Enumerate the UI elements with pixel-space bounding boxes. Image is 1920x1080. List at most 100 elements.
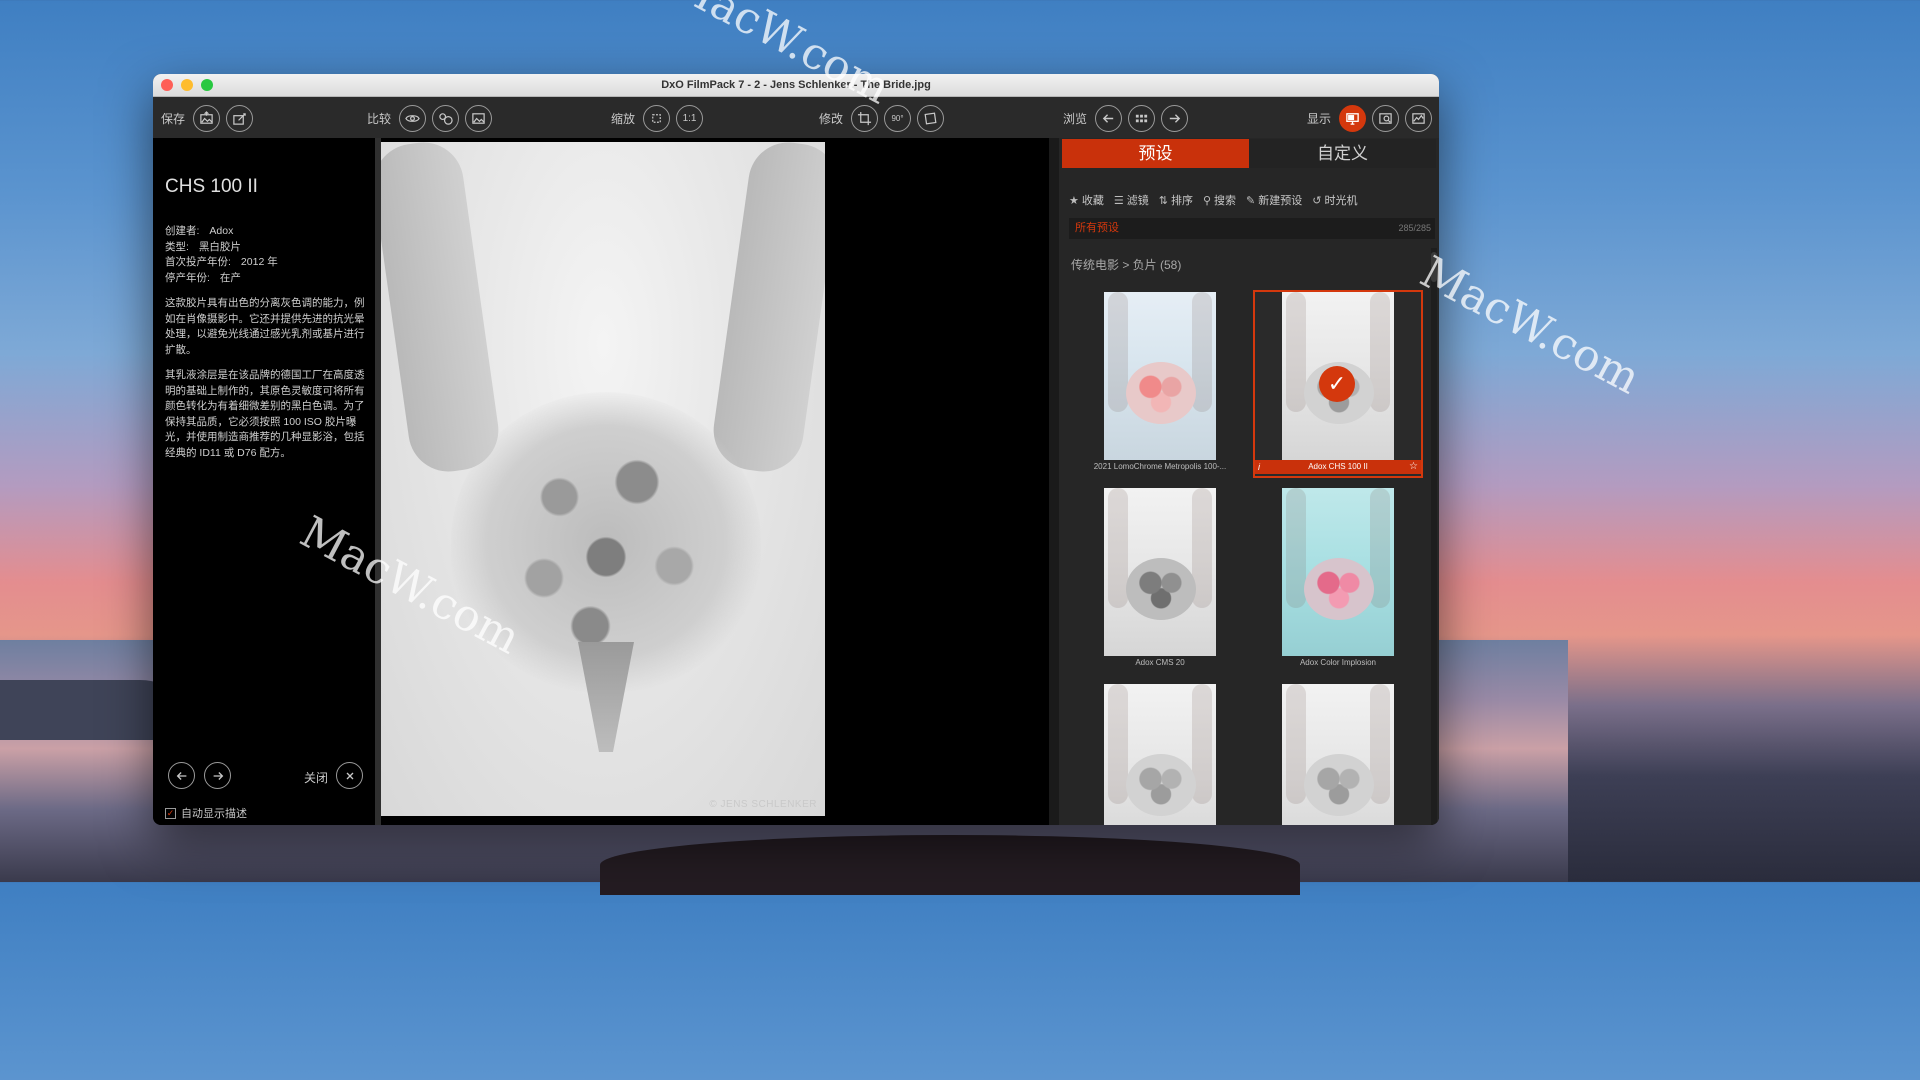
- fit-screen-icon: [652, 113, 661, 123]
- edit-label: 修改: [819, 111, 844, 126]
- info-icon[interactable]: i: [1258, 462, 1260, 472]
- auto-show-label: 自动显示描述: [181, 808, 247, 820]
- list-icon: ☰: [1113, 195, 1124, 207]
- window-title: DxO FilmPack 7 - 2 - Jens Schlenker - Th…: [661, 79, 931, 91]
- film-metadata: 创建者: Adox 类型: 黑白胶片 首次投产年份: 2012 年 停产年份: 在产: [165, 224, 278, 286]
- next-image-button[interactable]: [1161, 104, 1189, 132]
- first-year-row: 首次投产年份: 2012 年: [165, 255, 278, 271]
- compare-history-button[interactable]: [432, 104, 460, 132]
- presets-panel: 预设 自定义 ★ 收藏 ☰ 滤镜 ⇅ 排序 ⚲ 搜索 ✎ 新建预设 ↺ 时光机 所有预设 2…: [1059, 138, 1439, 825]
- end-year-label: 停产年份:: [165, 271, 210, 284]
- sort-button[interactable]: ⇅ 排序: [1159, 192, 1193, 208]
- thumb-bouquet: [1126, 558, 1196, 620]
- previous-description-button[interactable]: [168, 762, 195, 789]
- export-image-button[interactable]: [193, 104, 221, 132]
- photo-right-arm: [708, 142, 825, 477]
- display-label: 显示: [1307, 111, 1332, 126]
- preset-card-selected[interactable]: ✓ Adox CHS 100 II i ☆: [1253, 290, 1423, 478]
- compare-split-button[interactable]: [465, 104, 493, 132]
- presets-scrollbar[interactable]: [1431, 248, 1437, 825]
- preset-name: 2021 LomoChrome Metropolis 100-...: [1093, 462, 1227, 471]
- description-paragraph-1: 这款胶片具有出色的分离灰色调的能力，例如在肖像摄影中。它还并提供先进的抗光晕处理…: [165, 297, 365, 356]
- preset-thumbnail: [1104, 684, 1216, 825]
- image-viewer: © JENS SCHLENKER: [381, 138, 1049, 825]
- photo-left-arm: [381, 142, 504, 477]
- display-group: 显示: [1307, 97, 1433, 139]
- previous-image-button[interactable]: [1095, 104, 1123, 132]
- all-presets-row[interactable]: 所有预设 285/285: [1069, 218, 1435, 239]
- auto-show-checkbox[interactable]: ✓: [165, 807, 176, 819]
- straighten-button[interactable]: [917, 104, 945, 132]
- creator-value: Adox: [209, 225, 234, 237]
- loupe-button[interactable]: [1372, 104, 1400, 132]
- grid-view-button[interactable]: [1128, 104, 1156, 132]
- straighten-icon: [924, 112, 937, 124]
- grid-icon: [1135, 114, 1148, 122]
- preset-card[interactable]: Adox CMS 20: [1077, 488, 1243, 672]
- fit-to-screen-button[interactable]: [643, 104, 671, 132]
- creator-label: 创建者:: [165, 225, 200, 237]
- preset-card[interactable]: Adox Color Implosion: [1255, 488, 1421, 672]
- preset-card[interactable]: 2021 LomoChrome Metropolis 100-...: [1077, 292, 1243, 476]
- zoom-1to1-button[interactable]: 1:1: [676, 104, 704, 132]
- histogram-icon: [1412, 112, 1425, 124]
- presets-tabs: 预设 自定义: [1062, 139, 1436, 168]
- favorites-label: 收藏: [1081, 195, 1104, 207]
- all-presets-label: 所有预设: [1075, 222, 1119, 234]
- favorite-star-icon[interactable]: ☆: [1409, 461, 1418, 472]
- preview-photo[interactable]: © JENS SCHLENKER: [381, 142, 825, 816]
- auto-show-description-toggle[interactable]: ✓ 自动显示描述: [165, 805, 247, 821]
- tab-presets[interactable]: 预设: [1062, 139, 1249, 168]
- first-year-value: 2012 年: [240, 256, 278, 268]
- tab-custom[interactable]: 自定义: [1249, 139, 1436, 168]
- thumb-arm: [1286, 488, 1306, 608]
- rotate-90-button[interactable]: 90°: [884, 104, 912, 132]
- description-panel: CHS 100 II 创建者: Adox 类型: 黑白胶片 首次投产年份: 2012 …: [153, 138, 375, 825]
- export-edit-button[interactable]: [226, 104, 254, 132]
- time-machine-button[interactable]: ↺ 时光机: [1312, 192, 1357, 208]
- search-icon: ⚲: [1202, 195, 1212, 207]
- search-button[interactable]: ⚲ 搜索: [1203, 192, 1236, 208]
- selected-check-icon: ✓: [1319, 366, 1355, 402]
- preset-category-breadcrumb[interactable]: 传统电影 > 负片 (58): [1071, 256, 1181, 273]
- thumb-bouquet: [1126, 362, 1196, 424]
- end-year-row: 停产年份: 在产: [165, 271, 278, 287]
- filter-button[interactable]: ☰ 滤镜: [1114, 192, 1149, 208]
- compare-eye-button[interactable]: [399, 104, 427, 132]
- close-description-label: 关闭: [304, 771, 329, 785]
- next-description-button[interactable]: [204, 762, 231, 789]
- arrow-right-icon: [213, 771, 223, 780]
- star-icon: ★: [1069, 195, 1079, 207]
- thumb-arm: [1108, 488, 1128, 608]
- eye-icon: [405, 114, 420, 122]
- preset-thumbnail: [1104, 292, 1216, 460]
- monitor-icon: [1346, 112, 1359, 125]
- image-compare-icon: [472, 112, 485, 124]
- compare-label: 比较: [367, 111, 392, 126]
- preset-card[interactable]: [1255, 684, 1421, 825]
- scrollbar-thumb[interactable]: [1431, 252, 1437, 282]
- crop-icon: [857, 111, 872, 125]
- right-separator: [1049, 138, 1059, 825]
- film-name-title: CHS 100 II: [165, 176, 258, 197]
- thumb-arm: [1286, 292, 1306, 412]
- favorites-button[interactable]: ★ 收藏: [1069, 192, 1104, 208]
- edit-export-icon: [233, 112, 246, 125]
- sort-label: 排序: [1170, 195, 1193, 207]
- display-presets-button[interactable]: [1339, 104, 1367, 132]
- close-description-button[interactable]: [336, 762, 363, 789]
- browse-group: 浏览: [1063, 97, 1189, 139]
- histogram-button[interactable]: [1405, 104, 1433, 132]
- new-preset-button[interactable]: ✎ 新建预设: [1246, 192, 1302, 208]
- creator-row: 创建者: Adox: [165, 224, 278, 240]
- loupe-icon: [1379, 112, 1392, 124]
- thumb-arm: [1108, 292, 1128, 412]
- photo-copyright: © JENS SCHLENKER: [709, 799, 817, 810]
- thumb-arm: [1286, 684, 1306, 804]
- crop-button[interactable]: [851, 104, 879, 132]
- preset-card[interactable]: [1077, 684, 1243, 825]
- close-icon: [346, 772, 353, 779]
- type-value: 黑白胶片: [198, 240, 241, 253]
- preset-thumbnail: [1282, 684, 1394, 825]
- title-bar: DxO FilmPack 7 - 2 - Jens Schlenker - Th…: [153, 74, 1439, 97]
